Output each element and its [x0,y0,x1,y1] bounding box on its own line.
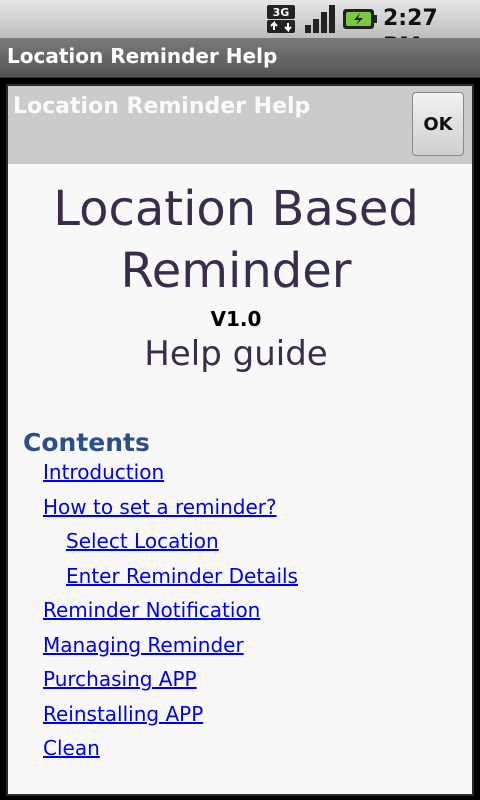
help-heading: Location Based Reminder [53,181,419,299]
link-how-to-set-reminder[interactable]: How to set a reminder? [43,495,277,519]
link-enter-reminder-details[interactable]: Enter Reminder Details [66,564,298,588]
link-clean[interactable]: Clean [43,736,100,760]
app-title-bar: Location Reminder Help [0,38,480,78]
link-reinstalling-app[interactable]: Reinstalling APP [43,702,203,726]
screen: 3G 2:27 PM Location Reminder Help Locati… [0,0,480,800]
dialog-header: Location Reminder Help OK [8,86,472,164]
network-type-label: 3G [273,6,290,19]
help-dialog: Location Reminder Help OK Location Based… [6,84,474,796]
version-label: V1.0 [210,307,262,331]
status-bar: 3G 2:27 PM [0,0,480,59]
link-select-location[interactable]: Select Location [66,529,219,553]
help-subtitle: Help guide [144,334,328,374]
status-time: 2:27 PM [383,6,438,59]
link-purchasing-app[interactable]: Purchasing APP [43,667,197,691]
battery-charging-icon [343,9,377,29]
3g-data-icon: 3G [267,5,295,33]
link-introduction[interactable]: Introduction [43,460,164,484]
ok-button[interactable]: OK [412,92,464,156]
dialog-title: Location Reminder Help [13,94,311,119]
contents-heading: Contents [23,428,150,457]
app-title: Location Reminder Help [7,44,278,68]
link-managing-reminder[interactable]: Managing Reminder [43,633,244,657]
signal-strength-icon [305,5,335,33]
link-reminder-notification[interactable]: Reminder Notification [43,598,260,622]
